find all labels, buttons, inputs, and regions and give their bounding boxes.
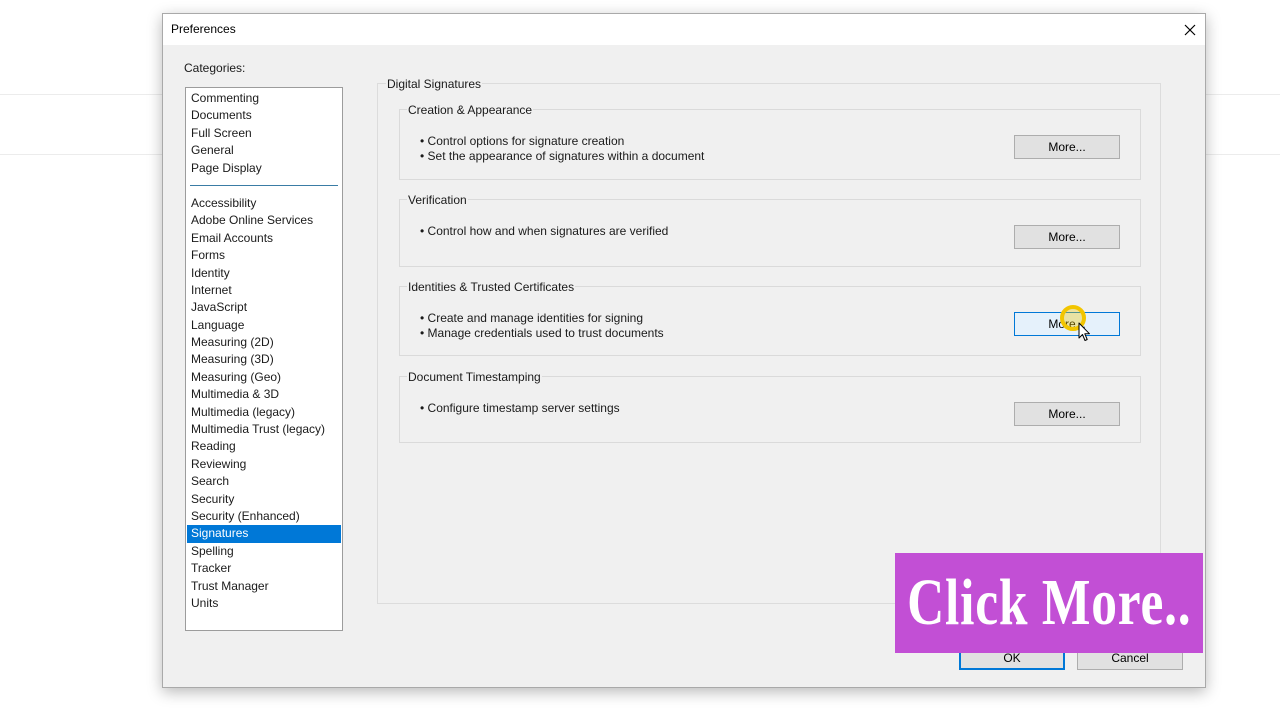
categories-list[interactable]: Commenting Documents Full Screen General…: [185, 87, 343, 631]
category-item[interactable]: Adobe Online Services: [187, 212, 341, 229]
category-item[interactable]: Measuring (Geo): [187, 369, 341, 386]
category-item[interactable]: Reviewing: [187, 456, 341, 473]
panel-title: Digital Signatures: [386, 77, 483, 91]
category-item[interactable]: Full Screen: [187, 125, 341, 142]
bullet-line: Manage credentials used to trust documen…: [420, 326, 664, 341]
category-item[interactable]: JavaScript: [187, 299, 341, 316]
bullet-line: Control options for signature creation: [420, 134, 704, 149]
category-item[interactable]: Reading: [187, 438, 341, 455]
title-bar: Preferences: [163, 14, 1205, 45]
category-item[interactable]: Tracker: [187, 560, 341, 577]
category-item[interactable]: Identity: [187, 265, 341, 282]
category-item[interactable]: Page Display: [187, 160, 341, 177]
close-button[interactable]: [1175, 14, 1205, 45]
category-item[interactable]: Search: [187, 473, 341, 490]
timestamping-more-button[interactable]: More...: [1014, 402, 1120, 426]
group-title: Verification: [407, 193, 468, 207]
category-item[interactable]: Units: [187, 595, 341, 612]
category-item[interactable]: Commenting: [187, 90, 341, 107]
dialog-title: Preferences: [171, 22, 236, 36]
close-icon: [1184, 24, 1196, 35]
category-item[interactable]: Spelling: [187, 543, 341, 560]
bullet-line: Create and manage identities for signing: [420, 311, 664, 326]
bullet-line: Control how and when signatures are veri…: [420, 224, 669, 239]
creation-more-button[interactable]: More...: [1014, 135, 1120, 159]
mouse-pointer-icon: [1078, 322, 1090, 341]
group-title: Identities & Trusted Certificates: [407, 280, 576, 294]
group-description: Control options for signature creation S…: [420, 134, 705, 164]
category-item[interactable]: Measuring (3D): [187, 351, 341, 368]
category-item-selected[interactable]: Signatures: [187, 525, 341, 543]
category-item[interactable]: Security: [187, 491, 341, 508]
group-description: Create and manage identities for signing…: [420, 311, 664, 341]
group-title: Creation & Appearance: [407, 103, 534, 117]
category-separator: [190, 184, 338, 186]
category-item[interactable]: Multimedia (legacy): [187, 404, 341, 421]
group-title: Document Timestamping: [407, 370, 542, 384]
category-item[interactable]: Documents: [187, 107, 341, 124]
category-item[interactable]: Internet: [187, 282, 341, 299]
category-item[interactable]: Email Accounts: [187, 230, 341, 247]
bullet-line: Configure timestamp server settings: [420, 401, 620, 416]
banner-text: Click More..: [906, 566, 1192, 639]
category-item[interactable]: Measuring (2D): [187, 334, 341, 351]
bullet-line: Set the appearance of signatures within …: [420, 149, 705, 164]
category-item[interactable]: Language: [187, 317, 341, 334]
category-item[interactable]: General: [187, 142, 341, 159]
group-description: Control how and when signatures are veri…: [420, 224, 669, 239]
category-item[interactable]: Forms: [187, 247, 341, 264]
group-description: Configure timestamp server settings: [420, 401, 620, 416]
click-more-banner: Click More..: [895, 553, 1203, 653]
category-item[interactable]: Multimedia Trust (legacy): [187, 421, 341, 438]
category-item[interactable]: Multimedia & 3D: [187, 386, 341, 403]
category-item[interactable]: Trust Manager: [187, 578, 341, 595]
categories-label: Categories:: [184, 61, 246, 75]
category-item[interactable]: Security (Enhanced): [187, 508, 341, 525]
category-item[interactable]: Accessibility: [187, 195, 341, 212]
verification-more-button[interactable]: More...: [1014, 225, 1120, 249]
